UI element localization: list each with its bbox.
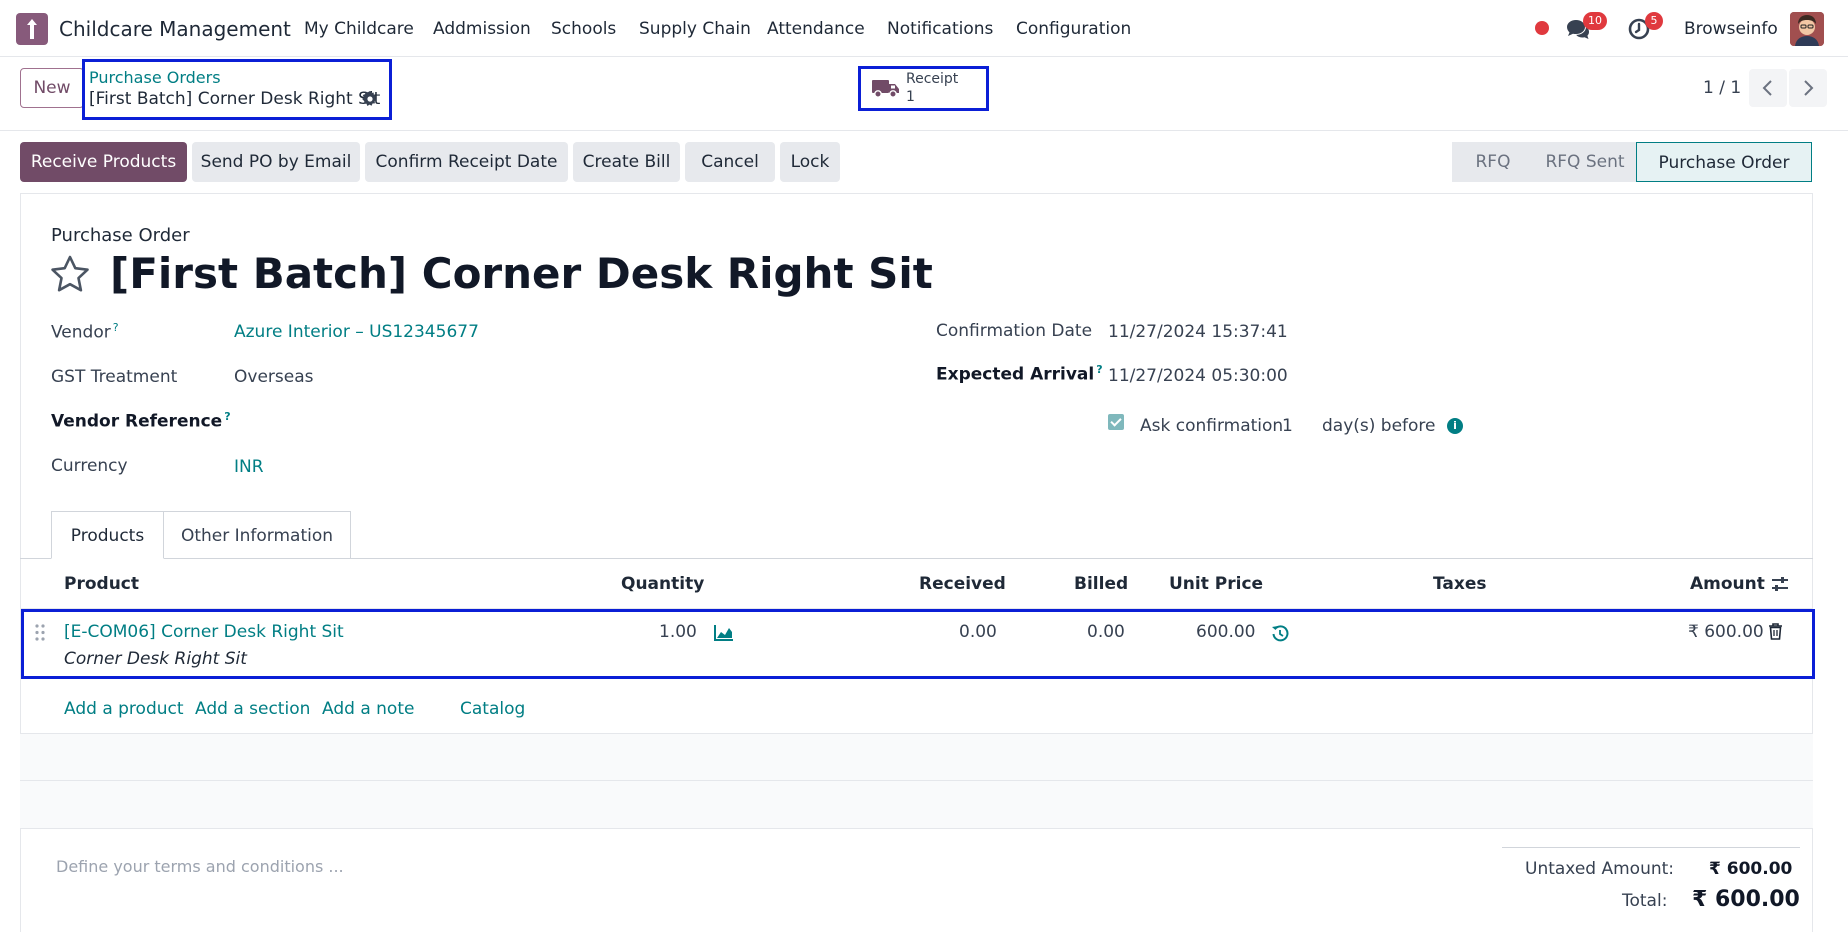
untaxed-amount-value: ₹ 600.00 <box>1709 859 1793 879</box>
confirmation-date-field[interactable]: 11/27/2024 15:37:41 <box>1108 322 1288 342</box>
truck-icon <box>872 80 899 98</box>
table-row[interactable] <box>21 609 1815 679</box>
ask-confirmation-label: Ask confirmation <box>1140 416 1284 436</box>
user-name[interactable]: Browseinfo <box>1684 19 1778 39</box>
row-quantity[interactable]: 1.00 <box>659 622 697 642</box>
forecast-chart-icon[interactable] <box>714 624 734 641</box>
chevron-right-icon <box>1804 80 1814 96</box>
info-icon[interactable]: i <box>1447 418 1463 434</box>
tab-other-information[interactable]: Other Information <box>163 511 351 559</box>
row-product[interactable]: [E-COM06] Corner Desk Right Sit <box>64 622 344 642</box>
column-header-quantity[interactable]: Quantity <box>621 574 704 594</box>
vendor-reference-label: Vendor Reference? <box>51 410 231 432</box>
totals-top-border <box>1502 847 1800 848</box>
activities-count-badge: 5 <box>1645 12 1663 30</box>
add-product-link[interactable]: Add a product <box>64 699 184 719</box>
ask-confirmation-checkbox[interactable] <box>1108 414 1124 430</box>
stage-rfq-sent[interactable]: RFQ Sent <box>1534 142 1636 182</box>
cancel-button[interactable]: Cancel <box>685 142 775 182</box>
menu-configuration[interactable]: Configuration <box>1016 19 1131 39</box>
star-icon[interactable] <box>49 254 91 294</box>
app-name[interactable]: Childcare Management <box>59 17 291 41</box>
column-header-amount[interactable]: Amount <box>1690 574 1765 594</box>
column-header-product[interactable]: Product <box>64 574 139 594</box>
gst-treatment-label: GST Treatment <box>51 367 178 387</box>
receipt-label: Receipt <box>906 71 959 87</box>
pager-previous-button[interactable] <box>1749 69 1787 107</box>
menu-schools[interactable]: Schools <box>551 19 616 39</box>
trash-icon[interactable] <box>1768 623 1783 640</box>
drag-handle-icon[interactable] <box>35 624 45 641</box>
column-header-received[interactable]: Received <box>919 574 1006 594</box>
document-type-label: Purchase Order <box>51 225 190 246</box>
confirm-receipt-date-button[interactable]: Confirm Receipt Date <box>365 142 568 182</box>
pager-value[interactable]: 1 / 1 <box>1703 78 1741 98</box>
terms-and-conditions-field[interactable]: Define your terms and conditions ... <box>56 857 344 876</box>
user-avatar[interactable] <box>1790 12 1824 46</box>
add-section-link[interactable]: Add a section <box>195 699 310 719</box>
gst-treatment-field[interactable]: Overseas <box>234 367 313 387</box>
column-header-unit-price[interactable]: Unit Price <box>1169 574 1263 594</box>
catalog-link[interactable]: Catalog <box>460 699 525 719</box>
expected-arrival-help-icon[interactable]: ? <box>1096 363 1102 376</box>
expected-arrival-field[interactable]: 11/27/2024 05:30:00 <box>1108 366 1288 386</box>
total-label: Total: <box>1622 891 1668 911</box>
row-description[interactable]: Corner Desk Right Sit <box>64 649 247 669</box>
app-logo-icon[interactable] <box>16 13 48 45</box>
vendor-label: Vendor? <box>51 321 119 343</box>
vendor-reference-help-icon[interactable]: ? <box>224 410 230 423</box>
breadcrumb-current-record: [First Batch] Corner Desk Right Sit <box>89 89 381 109</box>
ask-confirmation-days-field[interactable]: 1 <box>1282 416 1293 436</box>
table-bottom-divider <box>20 828 1813 829</box>
lock-button[interactable]: Lock <box>780 142 840 182</box>
row-unit-price[interactable]: 600.00 <box>1196 622 1255 642</box>
receipt-count: 1 <box>906 89 915 105</box>
menu-my-childcare[interactable]: My Childcare <box>304 19 414 39</box>
expected-arrival-label: Expected Arrival? <box>936 363 1103 385</box>
gear-icon[interactable] <box>362 91 378 107</box>
column-header-billed[interactable]: Billed <box>1074 574 1128 594</box>
receive-products-button[interactable]: Receive Products <box>20 142 187 182</box>
messages-count-badge: 10 <box>1583 12 1607 30</box>
currency-field[interactable]: INR <box>234 457 264 477</box>
vendor-reference-field[interactable] <box>234 408 654 432</box>
vendor-help-icon[interactable]: ? <box>113 321 119 334</box>
menu-attendance[interactable]: Attendance <box>767 19 865 39</box>
add-note-link[interactable]: Add a note <box>322 699 414 719</box>
pager-next-button[interactable] <box>1789 69 1827 107</box>
record-title[interactable]: [First Batch] Corner Desk Right Sit <box>110 249 933 298</box>
recording-indicator-icon[interactable] <box>1535 21 1549 35</box>
total-value: ₹ 600.00 <box>1692 887 1800 912</box>
tab-products[interactable]: Products <box>51 511 164 559</box>
confirmation-date-label: Confirmation Date <box>936 321 1093 341</box>
row-billed[interactable]: 0.00 <box>1087 622 1125 642</box>
create-bill-button[interactable]: Create Bill <box>573 142 680 182</box>
price-history-icon[interactable] <box>1271 624 1289 642</box>
stage-rfq[interactable]: RFQ <box>1452 142 1534 182</box>
menu-notifications[interactable]: Notifications <box>887 19 993 39</box>
empty-table-row <box>20 734 1813 780</box>
untaxed-amount-label: Untaxed Amount: <box>1525 859 1675 879</box>
send-po-by-email-button[interactable]: Send PO by Email <box>192 142 360 182</box>
column-header-taxes[interactable]: Taxes <box>1433 574 1487 594</box>
days-before-label: day(s) before <box>1322 416 1436 436</box>
row-received[interactable]: 0.00 <box>959 622 997 642</box>
empty-table-row <box>20 781 1813 828</box>
chevron-left-icon <box>1762 80 1772 96</box>
menu-addmission[interactable]: Addmission <box>433 19 531 39</box>
stage-purchase-order[interactable]: Purchase Order <box>1636 142 1812 182</box>
breadcrumb-purchase-orders[interactable]: Purchase Orders <box>89 68 221 87</box>
currency-label: Currency <box>51 456 128 476</box>
menu-supply-chain[interactable]: Supply Chain <box>639 19 751 39</box>
new-button[interactable]: New <box>20 68 84 108</box>
row-amount: ₹ 600.00 <box>1688 622 1764 642</box>
vendor-field[interactable]: Azure Interior – US12345677 <box>234 322 479 342</box>
optional-columns-icon[interactable] <box>1771 575 1789 593</box>
